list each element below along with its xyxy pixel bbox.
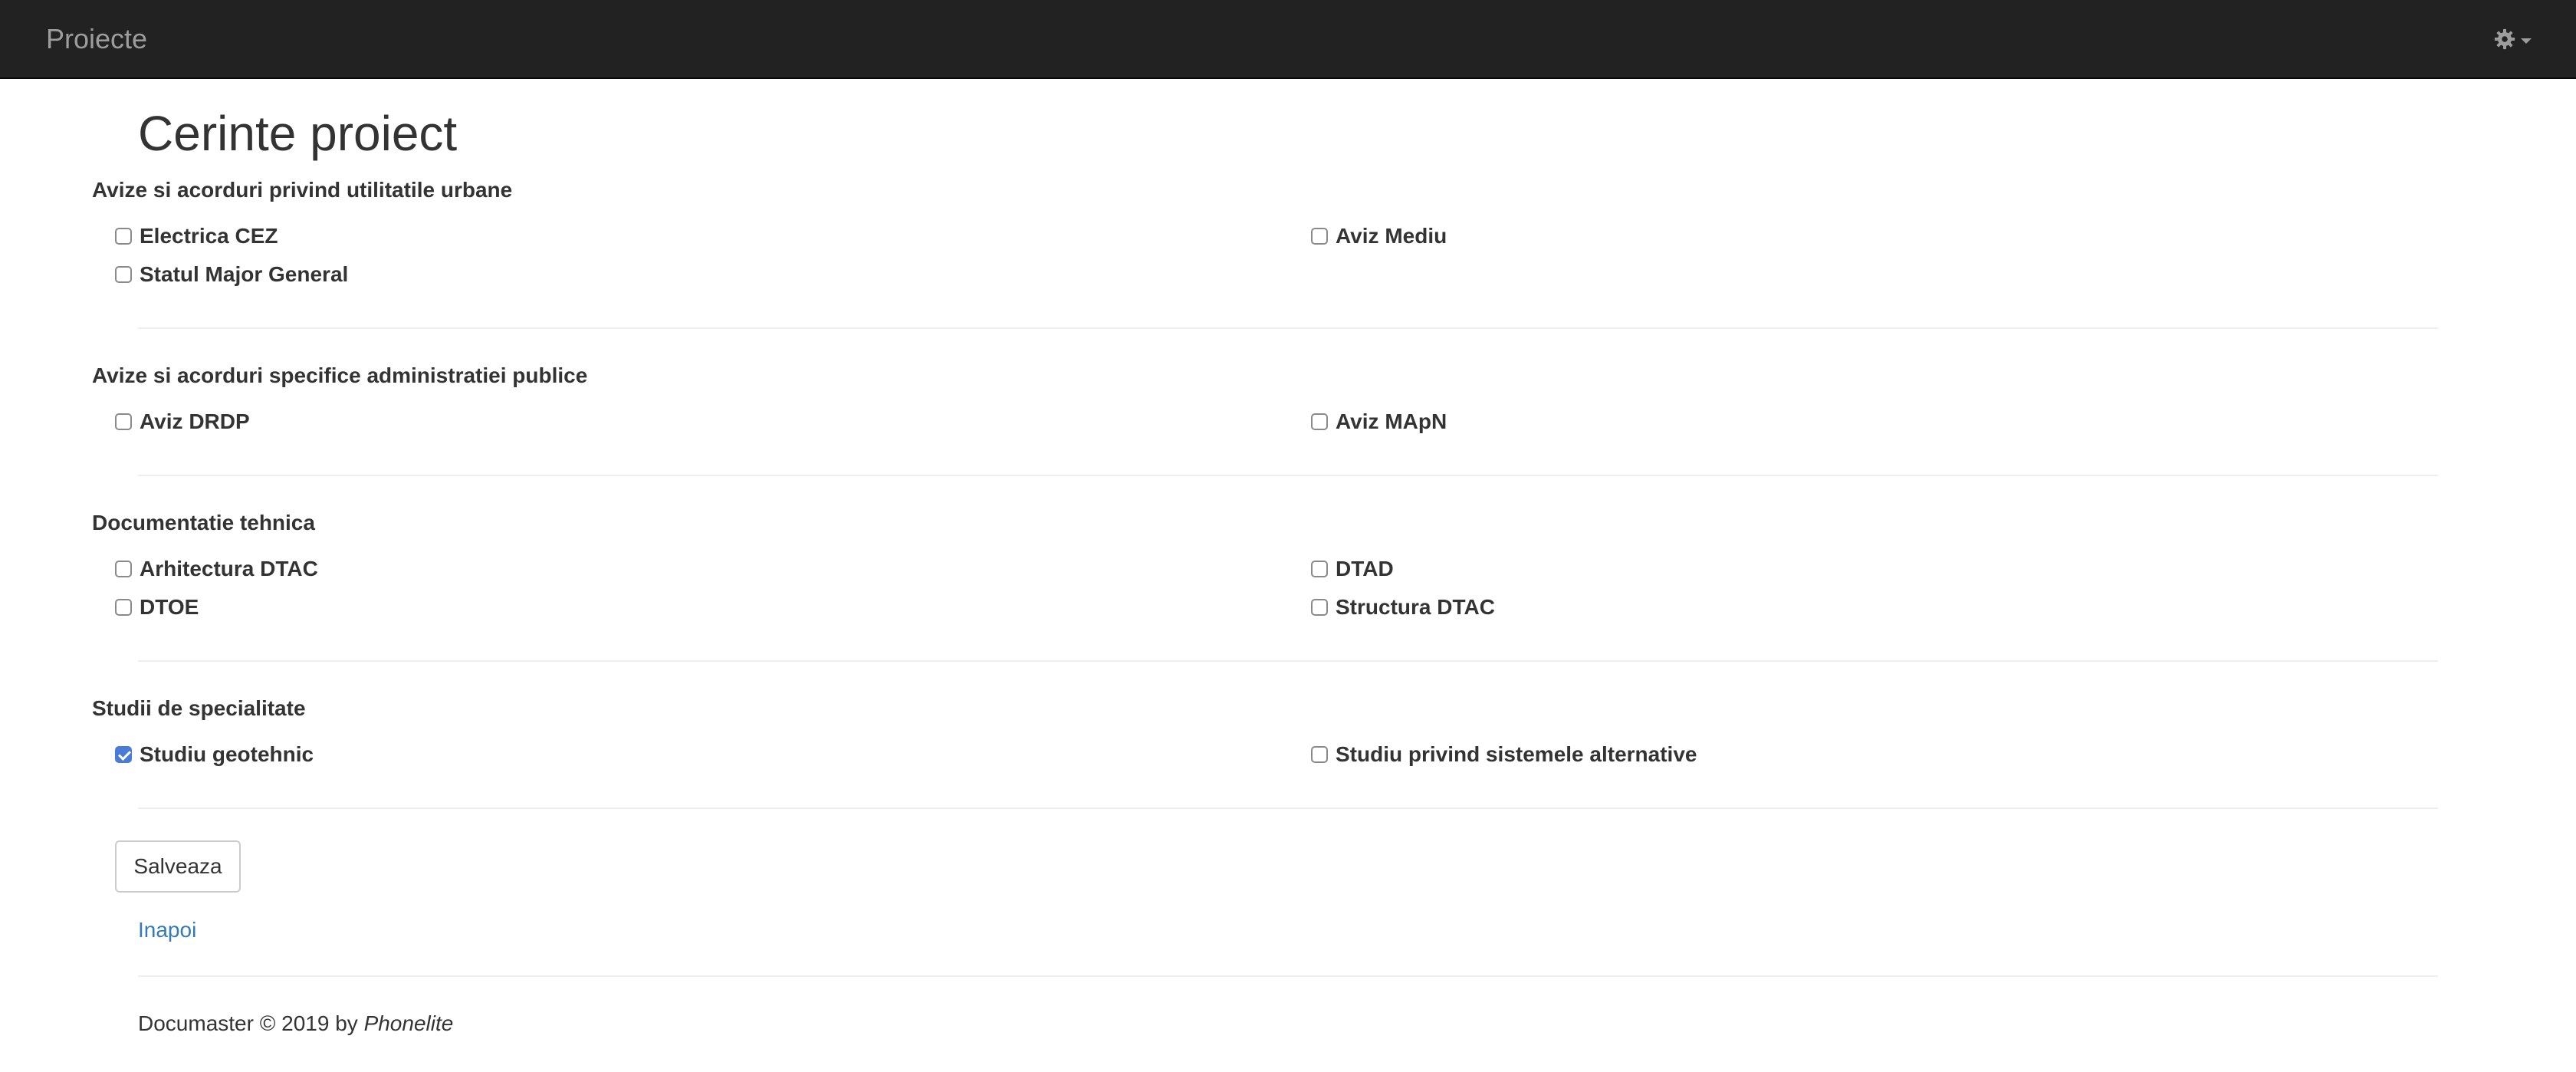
- footer-text: Documaster © 2019 by: [138, 1011, 358, 1035]
- checkbox-studiu-geotehnic[interactable]: Studiu geotehnic: [115, 742, 314, 768]
- gear-icon: [2493, 28, 2516, 51]
- section-divider: [138, 660, 2438, 662]
- checkbox-label: DTOE: [140, 595, 199, 619]
- checkbox-box[interactable]: [115, 413, 132, 430]
- checkbox-box-checked[interactable]: [115, 746, 132, 763]
- checkbox-label: Electrica CEZ: [140, 224, 278, 248]
- checkbox-arhitectura-dtac[interactable]: Arhitectura DTAC: [115, 556, 318, 582]
- navbar-brand[interactable]: Proiecte: [46, 23, 147, 55]
- checkbox-label: Arhitectura DTAC: [140, 557, 318, 580]
- footer-author: Phonelite: [363, 1011, 454, 1035]
- chevron-down-icon: [2521, 38, 2532, 44]
- save-button[interactable]: Salveaza: [115, 840, 241, 893]
- checkbox-label: Aviz MApN: [1336, 409, 1447, 433]
- section-heading-administratie: Avize si acorduri specifice administrati…: [92, 363, 588, 387]
- checkbox-label: Studiu geotehnic: [140, 742, 314, 766]
- checkbox-label: Structura DTAC: [1336, 595, 1495, 619]
- checkbox-structura-dtac[interactable]: Structura DTAC: [1311, 594, 1495, 620]
- settings-dropdown[interactable]: [2493, 23, 2532, 55]
- checkbox-label: Aviz DRDP: [140, 409, 250, 433]
- checkbox-label: DTAD: [1336, 557, 1394, 580]
- footer-divider: [138, 975, 2438, 977]
- back-link[interactable]: Inapoi: [138, 917, 196, 943]
- section-heading-utilitati: Avize si acorduri privind utilitatile ur…: [92, 178, 513, 202]
- footer: Documaster © 2019 by Phonelite: [138, 1011, 453, 1037]
- checkbox-box[interactable]: [115, 599, 132, 616]
- checkbox-box[interactable]: [115, 561, 132, 577]
- checkbox-studiu-sisteme-alternative[interactable]: Studiu privind sistemele alternative: [1311, 742, 1697, 768]
- checkbox-dtoe[interactable]: DTOE: [115, 594, 199, 620]
- checkbox-box[interactable]: [1311, 599, 1328, 616]
- section-heading-studii: Studii de specialitate: [92, 696, 306, 720]
- section-divider: [138, 327, 2438, 329]
- checkbox-electrica-cez[interactable]: Electrica CEZ: [115, 223, 278, 249]
- checkbox-box[interactable]: [115, 266, 132, 283]
- checkbox-box[interactable]: [115, 228, 132, 245]
- checkbox-statul-major-general[interactable]: Statul Major General: [115, 261, 348, 288]
- checkbox-label: Aviz Mediu: [1336, 224, 1447, 248]
- checkbox-aviz-mapn[interactable]: Aviz MApN: [1311, 409, 1447, 435]
- section-heading-documentatie: Documentatie tehnica: [92, 511, 315, 534]
- section-divider: [138, 475, 2438, 476]
- checkbox-label: Studiu privind sistemele alternative: [1336, 742, 1697, 766]
- section-divider: [138, 807, 2438, 809]
- page-title: Cerinte proiect: [138, 106, 458, 161]
- checkbox-box[interactable]: [1311, 228, 1328, 245]
- checkbox-aviz-drdp[interactable]: Aviz DRDP: [115, 409, 250, 435]
- checkbox-aviz-mediu[interactable]: Aviz Mediu: [1311, 223, 1447, 249]
- top-navbar: Proiecte: [0, 0, 2576, 79]
- checkbox-box[interactable]: [1311, 746, 1328, 763]
- checkbox-label: Statul Major General: [140, 262, 349, 286]
- checkbox-dtad[interactable]: DTAD: [1311, 556, 1394, 582]
- checkbox-box[interactable]: [1311, 413, 1328, 430]
- checkbox-box[interactable]: [1311, 561, 1328, 577]
